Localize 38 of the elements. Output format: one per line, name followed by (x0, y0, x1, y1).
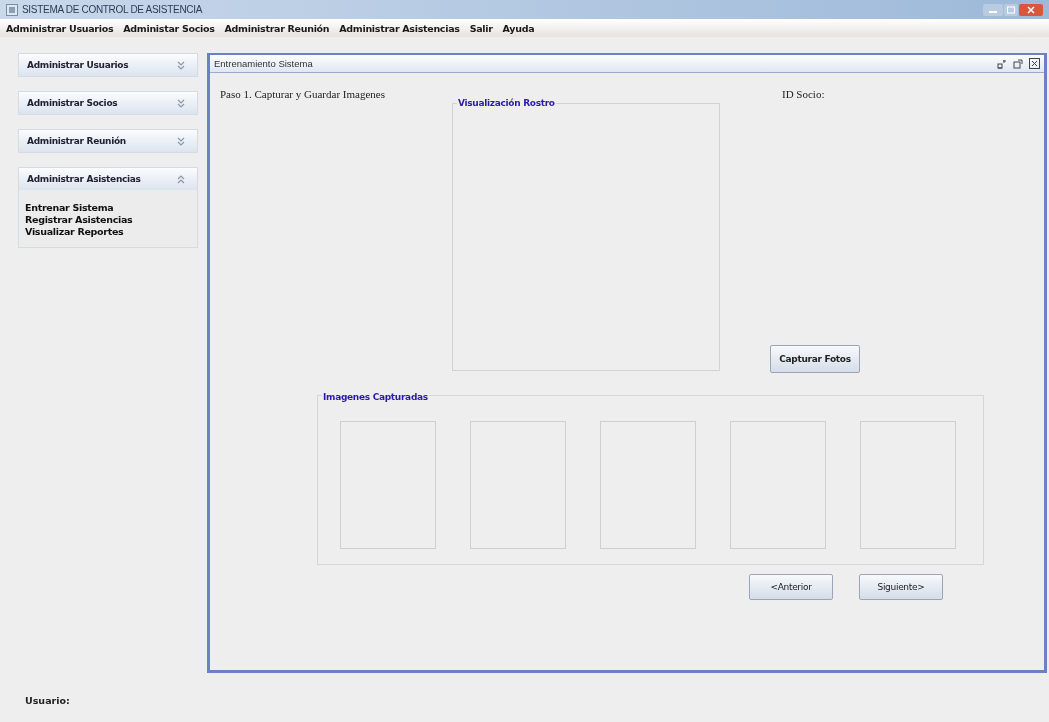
menu-item[interactable]: Salir (469, 22, 493, 34)
pane-header[interactable]: Administrar Socios (19, 92, 197, 114)
expand-icon[interactable] (177, 60, 185, 70)
frame-title: Entrenamiento Sistema (214, 58, 313, 69)
pane-header[interactable]: Administrar Asistencias (19, 168, 197, 190)
nav-button[interactable]: <Anterior (749, 574, 833, 600)
collapse-icon[interactable] (177, 174, 185, 184)
id-label: ID Socio: (782, 88, 826, 100)
close-icon[interactable] (1019, 3, 1043, 16)
pane-title: Administrar Reunión (27, 136, 126, 146)
menu-item[interactable]: Administrar Reunión (224, 22, 330, 34)
task-link[interactable]: Visualizar Reportes (25, 226, 191, 237)
group-title: Imagenes Capturadas (322, 392, 429, 402)
user-label: Usuario: (25, 695, 70, 706)
pane-title: Administrar Usuarios (27, 60, 129, 70)
expand-icon[interactable] (177, 98, 185, 108)
pane-title: Administrar Asistencias (27, 174, 141, 184)
menu-item[interactable]: Administrar Asistencias (339, 22, 460, 34)
pane-header[interactable]: Administrar Usuarios (19, 54, 197, 76)
group-title: Visualización Rostro (457, 98, 556, 108)
minimize-icon[interactable] (983, 3, 1003, 16)
maximize-icon[interactable] (1004, 3, 1018, 16)
app-icon (6, 3, 18, 16)
expand-icon[interactable] (177, 136, 185, 146)
pane-header[interactable]: Administrar Reunión (19, 130, 197, 152)
step-label: Paso 1. Capturar y Guardar Imagenes (220, 88, 385, 100)
menu-item[interactable]: Administrar Usuarios (6, 22, 114, 34)
window-title: SISTEMA DE CONTROL DE ASISTENCIA (22, 4, 203, 15)
task-link[interactable]: Entrenar Sistema (25, 202, 191, 213)
task-link[interactable]: Registrar Asistencias (25, 214, 191, 225)
close-icon[interactable] (1029, 58, 1040, 69)
nav-button[interactable]: Siguiente> (859, 574, 943, 600)
capture-button[interactable]: Capturar Fotos (770, 345, 860, 373)
menu-item[interactable]: Administar Socios (123, 22, 215, 34)
iconify-icon[interactable] (997, 58, 1007, 69)
pane-title: Administrar Socios (27, 98, 118, 108)
maximize-icon[interactable] (1013, 58, 1023, 69)
menu-item[interactable]: Ayuda (502, 22, 535, 34)
